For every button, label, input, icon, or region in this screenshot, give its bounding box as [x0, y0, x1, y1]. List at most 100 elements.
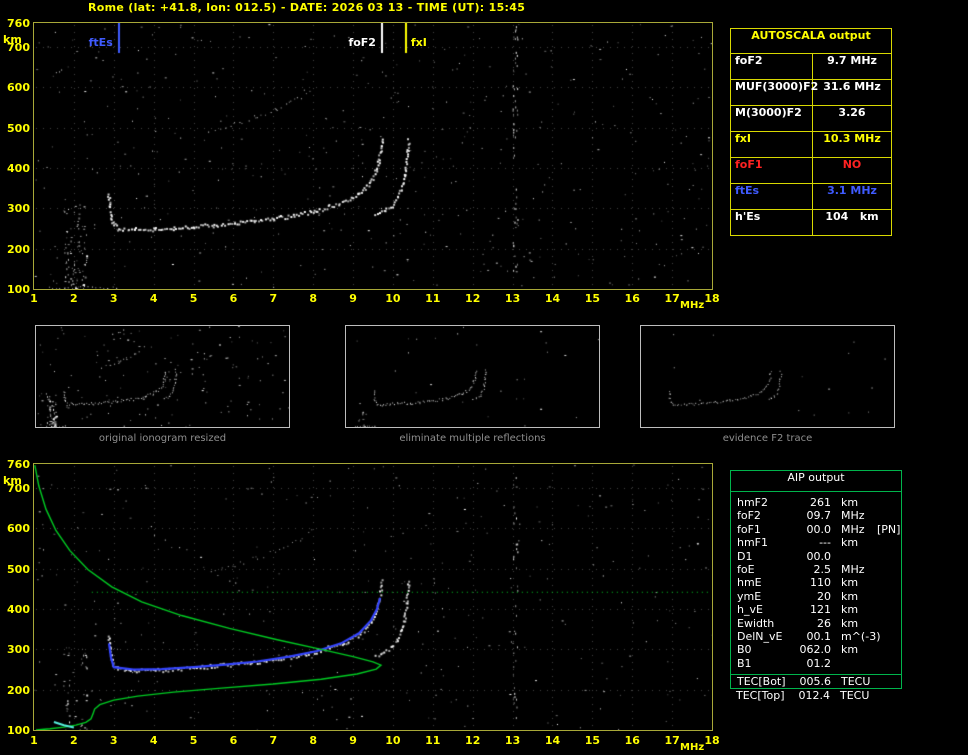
aip-note	[875, 496, 901, 509]
x-tick-label-top: 9	[349, 292, 357, 305]
x-tick-label-bottom: 12	[465, 734, 481, 747]
x-tick-label-bottom: 15	[584, 734, 600, 747]
autoscala-value: 3.1 MHz	[827, 184, 877, 197]
aip-row: foE 2.5 MHz	[731, 563, 901, 576]
aip-row: hmF1 --- km	[731, 536, 901, 549]
x-tick-label-bottom: 1	[30, 734, 38, 747]
aip-param: DelN_vE	[737, 629, 783, 643]
ionogram-canvas-top	[34, 23, 712, 289]
aip-unit: MHz	[841, 562, 865, 576]
aip-note	[875, 550, 901, 563]
thumbnail-canvas-f2-trace	[641, 326, 894, 427]
y-tick-label-top: 600	[7, 81, 30, 95]
aip-note	[875, 590, 901, 603]
aip-unit	[831, 550, 875, 563]
aip-value: ---	[819, 536, 831, 550]
aip-note	[875, 536, 901, 549]
x-tick-label-bottom: 9	[349, 734, 357, 747]
aip-box: AIP output hmF2 261 km foF2 09.7 MHz foF1 00.0 M…	[730, 470, 902, 690]
y-axis-unit-label-top: km	[3, 33, 22, 46]
aip-note	[875, 630, 901, 643]
aip-param: h_vE	[737, 603, 763, 617]
x-tick-label-bottom: 3	[109, 734, 118, 747]
autoscala-title: AUTOSCALA output	[731, 29, 891, 54]
aip-note	[875, 657, 901, 670]
aip-row: hmE 110 km	[731, 576, 901, 589]
thumbnail-canvas-original	[36, 326, 289, 427]
x-tick-label-bottom: 18	[704, 734, 720, 747]
aip-value: 00.0	[806, 522, 832, 536]
aip-unit: TECU	[841, 675, 871, 689]
y-axis-unit-label-bottom: km	[3, 474, 22, 487]
aip-note	[875, 576, 901, 589]
aip-unit: km	[841, 496, 859, 509]
autoscala-value: 104 km	[825, 210, 879, 223]
aip-unit: km	[841, 536, 859, 550]
x-tick-label-bottom: 7	[269, 734, 278, 747]
x-tick-label-bottom: 10	[385, 734, 401, 747]
x-tick-label-top: 6	[229, 292, 238, 305]
aip-note	[875, 603, 901, 616]
aip-param: hmF2	[737, 496, 769, 509]
aip-unit: m^(-3)	[841, 629, 881, 643]
aip-value: 01.2	[806, 656, 832, 670]
thumbnail-f2-trace	[640, 325, 895, 428]
x-tick-label-top: 2	[70, 292, 78, 305]
aip-param: foE	[737, 562, 755, 576]
x-tick-label-bottom: 8	[309, 734, 317, 747]
aip-param: B0	[737, 643, 752, 657]
autoscala-row: foF2 9.7 MHz	[731, 54, 891, 80]
ionogram-canvas-bottom	[34, 464, 712, 730]
x-tick-label-top: 12	[465, 292, 481, 305]
x-tick-label-bottom: 5	[189, 734, 198, 747]
x-tick-label-bottom: 6	[229, 734, 238, 747]
aip-param: foF1	[737, 522, 761, 536]
autoscala-param: foF1	[731, 158, 813, 183]
aip-row: hmF2 261 km	[731, 496, 901, 509]
aip-unit: MHz	[841, 522, 865, 536]
aip-row: foF2 09.7 MHz	[731, 509, 901, 522]
aip-note	[875, 563, 901, 576]
aip-param: D1	[737, 549, 753, 563]
thumbnail-caption-original: original ionogram resized	[98, 433, 227, 444]
x-tick-label-top: 1	[30, 292, 38, 305]
y-tick-label-bottom: 300	[7, 643, 30, 657]
aip-note	[875, 509, 901, 522]
aip-param: foF2	[737, 509, 761, 523]
autoscala-rows: foF2 9.7 MHz MUF(3000)F2 31.6 MHz M(3000)F2 3…	[731, 54, 891, 235]
aip-row: ymE 20 km	[731, 590, 901, 603]
autoscala-row: MUF(3000)F2 31.6 MHz	[731, 80, 891, 106]
aip-param: ymE	[737, 589, 762, 603]
x-tick-label-bottom: 17	[664, 734, 680, 747]
autoscala-value: 9.7 MHz	[827, 54, 877, 67]
y-tick-label-top: 300	[7, 202, 30, 216]
thumbnail-caption-multiple-reflections: eliminate multiple reflections	[399, 433, 546, 444]
y-tick-label-bottom: 760	[7, 458, 30, 471]
x-tick-label-top: 3	[109, 292, 118, 305]
x-tick-label-bottom: 14	[544, 734, 561, 747]
aip-param: Ewidth	[737, 616, 775, 630]
aip-value: 00.1	[806, 629, 832, 643]
x-tick-label-top: 8	[309, 292, 317, 305]
aip-value: 00.0	[806, 549, 832, 563]
autoscala-param: ftEs	[731, 184, 813, 209]
autoscala-value: NO	[842, 158, 862, 171]
aip-value: 005.6	[799, 675, 832, 689]
x-tick-label-top: 5	[189, 292, 198, 305]
aip-value: 261	[810, 496, 831, 509]
x-tick-label-top: 14	[544, 292, 561, 305]
y-tick-label-top: 400	[7, 162, 30, 176]
autoscala-param: foF2	[731, 54, 813, 79]
annotation-label-fxI: fxI	[410, 36, 427, 49]
y-tick-label-top: 500	[7, 121, 30, 135]
aip-param: hmE	[737, 576, 762, 590]
autoscala-param: M(3000)F2	[731, 106, 813, 131]
y-tick-label-bottom: 500	[7, 562, 30, 576]
aip-value: 012.4	[798, 689, 831, 703]
autoscala-app-window: Rome (lat: +41.8, lon: 012.5) - DATE: 20…	[0, 0, 968, 755]
autoscala-row: ftEs 3.1 MHz	[731, 184, 891, 210]
ionogram-plot-bottom	[33, 463, 713, 731]
aip-row: foF1 00.0 MHz [PN]	[731, 523, 901, 536]
autoscala-row: M(3000)F2 3.26	[731, 106, 891, 132]
x-tick-label-top: 18	[704, 292, 720, 305]
